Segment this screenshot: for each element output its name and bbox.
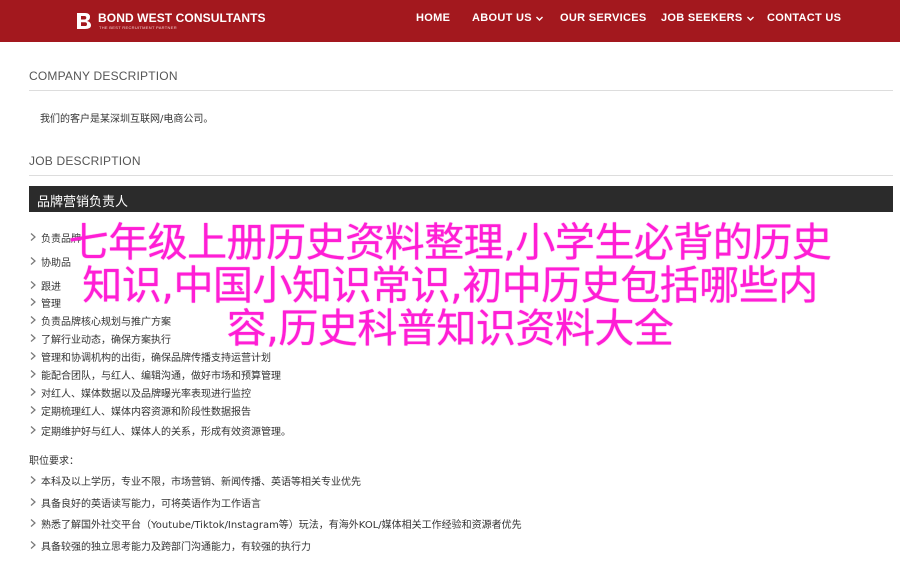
chevron-down-icon: [746, 16, 754, 21]
brand-logo[interactable]: BOND WEST CONSULTANTS THE BEST RECRUITME…: [74, 8, 266, 34]
duty-text: 定期梳理红人、媒体内容资源和阶段性数据报告: [41, 406, 251, 418]
brand-name: BOND WEST CONSULTANTS: [98, 10, 266, 25]
divider: [29, 90, 893, 91]
company-description-heading: COMPANY DESCRIPTION: [29, 69, 178, 83]
arrow-bullet-icon: [30, 476, 36, 484]
arrow-bullet-icon: [30, 370, 36, 378]
nav-our-services[interactable]: OUR SERVICES: [560, 0, 647, 36]
overlay-caption: 七年级上册历史资料整理,小学生必背的历史 知识,中国小知识常识,初中历史包括哪些…: [0, 222, 900, 351]
list-item: 具备较强的独立思考能力及跨部门沟通能力，有较强的执行力: [29, 538, 311, 553]
arrow-bullet-icon: [30, 406, 36, 414]
list-item: 本科及以上学历，专业不限，市场营销、新闻传播、英语等相关专业优先: [29, 473, 361, 488]
requirement-text: 本科及以上学历，专业不限，市场营销、新闻传播、英语等相关专业优先: [41, 476, 361, 488]
overlay-line: 知识,中国小知识常识,初中历史包括哪些内: [82, 263, 818, 309]
requirement-text: 熟悉了解国外社交平台（Youtube/Tiktok/Instagram等）玩法，…: [41, 519, 522, 531]
arrow-bullet-icon: [30, 541, 36, 549]
nav-about-us[interactable]: ABOUT US: [472, 0, 544, 36]
list-item: 能配合团队，与红人、编辑沟通，做好市场和预算管理: [29, 367, 281, 382]
requirement-text: 具备良好的英语读写能力，可将英语作为工作语言: [41, 498, 261, 510]
list-item: 具备良好的英语读写能力，可将英语作为工作语言: [29, 495, 261, 510]
overlay-line: 容,历史科普知识资料大全: [226, 306, 674, 352]
site-header: BOND WEST CONSULTANTS THE BEST RECRUITME…: [0, 0, 900, 42]
duty-text: 对红人、媒体数据以及品牌曝光率表现进行监控: [41, 388, 251, 400]
nav-contact-us[interactable]: CONTACT US: [767, 0, 841, 36]
arrow-bullet-icon: [30, 498, 36, 506]
requirements-heading: 职位要求：: [29, 456, 79, 467]
nav-contact-us-label: CONTACT US: [767, 12, 842, 24]
nav-about-us-label: ABOUT US: [472, 12, 532, 24]
list-item: 对红人、媒体数据以及品牌曝光率表现进行监控: [29, 385, 251, 400]
bw-logo-icon: [77, 13, 91, 29]
company-description-text: 我们的客户是某深圳互联网/电商公司。: [40, 114, 214, 125]
requirement-text: 具备较强的独立思考能力及跨部门沟通能力，有较强的执行力: [41, 541, 311, 553]
job-description-heading: JOB DESCRIPTION: [29, 154, 141, 168]
job-title: 品牌营销负责人: [37, 195, 129, 210]
arrow-bullet-icon: [30, 426, 36, 434]
chevron-down-icon: [535, 16, 543, 21]
nav-job-seekers[interactable]: JOB SEEKERS: [661, 0, 755, 36]
list-item: 熟悉了解国外社交平台（Youtube/Tiktok/Instagram等）玩法，…: [29, 516, 522, 531]
duty-text: 定期维护好与红人、媒体人的关系，形成有效资源管理。: [41, 426, 291, 438]
duty-text: 能配合团队，与红人、编辑沟通，做好市场和预算管理: [41, 370, 281, 382]
list-item: 定期梳理红人、媒体内容资源和阶段性数据报告: [29, 403, 251, 418]
arrow-bullet-icon: [30, 388, 36, 396]
nav-home-label: HOME: [416, 12, 451, 24]
job-title-bar: 品牌营销负责人: [29, 186, 893, 212]
list-item: 定期维护好与红人、媒体人的关系，形成有效资源管理。: [29, 423, 291, 438]
arrow-bullet-icon: [30, 352, 36, 360]
nav-our-services-label: OUR SERVICES: [560, 12, 647, 24]
overlay-line: 七年级上册历史资料整理,小学生必背的历史: [68, 220, 832, 266]
nav-home[interactable]: HOME: [416, 0, 450, 36]
arrow-bullet-icon: [30, 519, 36, 527]
divider: [29, 175, 893, 176]
brand-tagline: THE BEST RECRUITMENT PARTNER: [99, 24, 177, 30]
nav-job-seekers-label: JOB SEEKERS: [661, 12, 743, 24]
